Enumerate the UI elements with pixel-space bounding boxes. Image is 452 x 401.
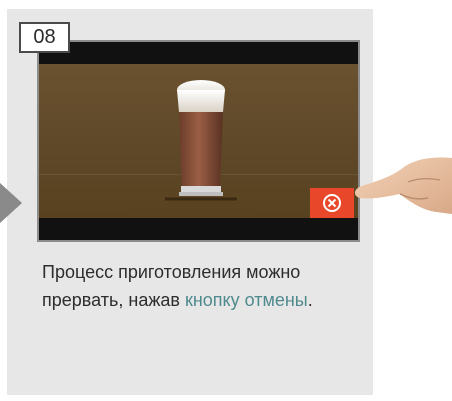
cancel-button-link[interactable]: кнопку отмены — [185, 290, 308, 310]
hand-pointer-icon — [354, 157, 452, 214]
latte-macchiato-glass-icon — [165, 80, 237, 201]
cancel-x-icon — [323, 194, 341, 212]
machine-display-screen — [37, 40, 360, 242]
display-content — [39, 64, 358, 218]
step-number-badge: 08 — [19, 22, 70, 53]
left-arrow-triangle-icon[interactable] — [0, 183, 22, 223]
instruction-text: Процесс приготовления можно прервать, на… — [42, 258, 372, 314]
instruction-text-end: . — [307, 290, 313, 310]
